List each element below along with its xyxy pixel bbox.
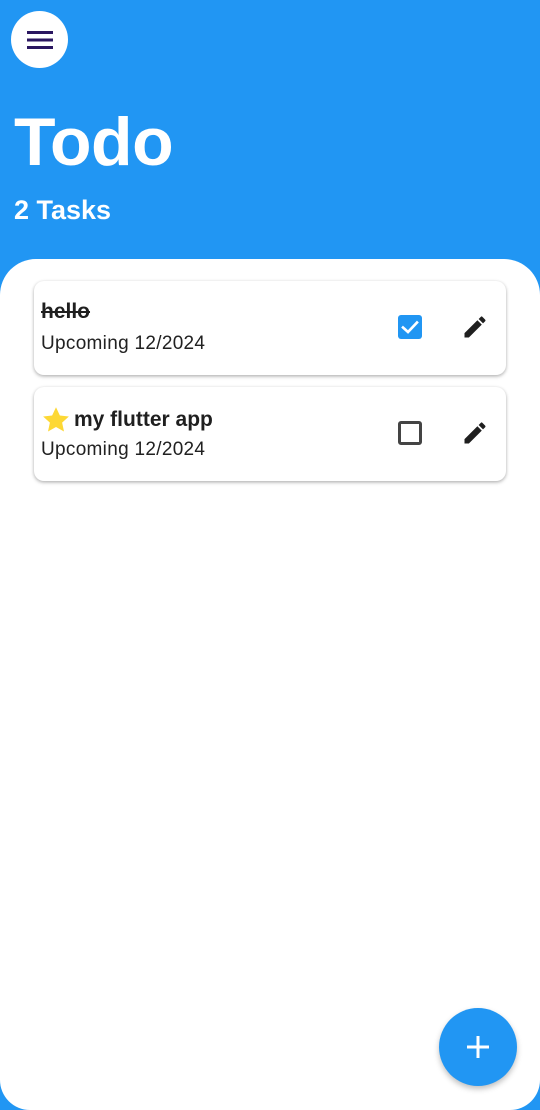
page-title: Todo — [14, 104, 174, 180]
task-complete-checkbox[interactable] — [398, 315, 422, 339]
check-icon — [401, 320, 419, 334]
task-title-text: hello — [41, 300, 91, 323]
task-complete-checkbox[interactable] — [398, 421, 422, 445]
star-icon — [41, 405, 71, 435]
task-due-date: Upcoming 12/2024 — [41, 333, 206, 354]
task-card[interactable]: my flutter app Upcoming 12/2024 — [34, 387, 506, 481]
task-card[interactable]: hello Upcoming 12/2024 — [34, 281, 506, 375]
menu-button[interactable] — [11, 11, 68, 68]
task-title: hello — [41, 299, 90, 325]
pencil-icon — [464, 422, 486, 444]
task-title: my flutter app — [41, 405, 213, 435]
pencil-icon — [464, 316, 486, 338]
task-due-date: Upcoming 12/2024 — [41, 439, 206, 460]
menu-icon — [26, 30, 53, 50]
task-count: 2 Tasks — [14, 195, 112, 225]
edit-task-button[interactable] — [459, 311, 491, 343]
plus-icon — [467, 1036, 489, 1058]
edit-task-button[interactable] — [459, 417, 491, 449]
task-title-text: my flutter app — [74, 408, 213, 431]
add-task-button[interactable] — [439, 1008, 517, 1086]
